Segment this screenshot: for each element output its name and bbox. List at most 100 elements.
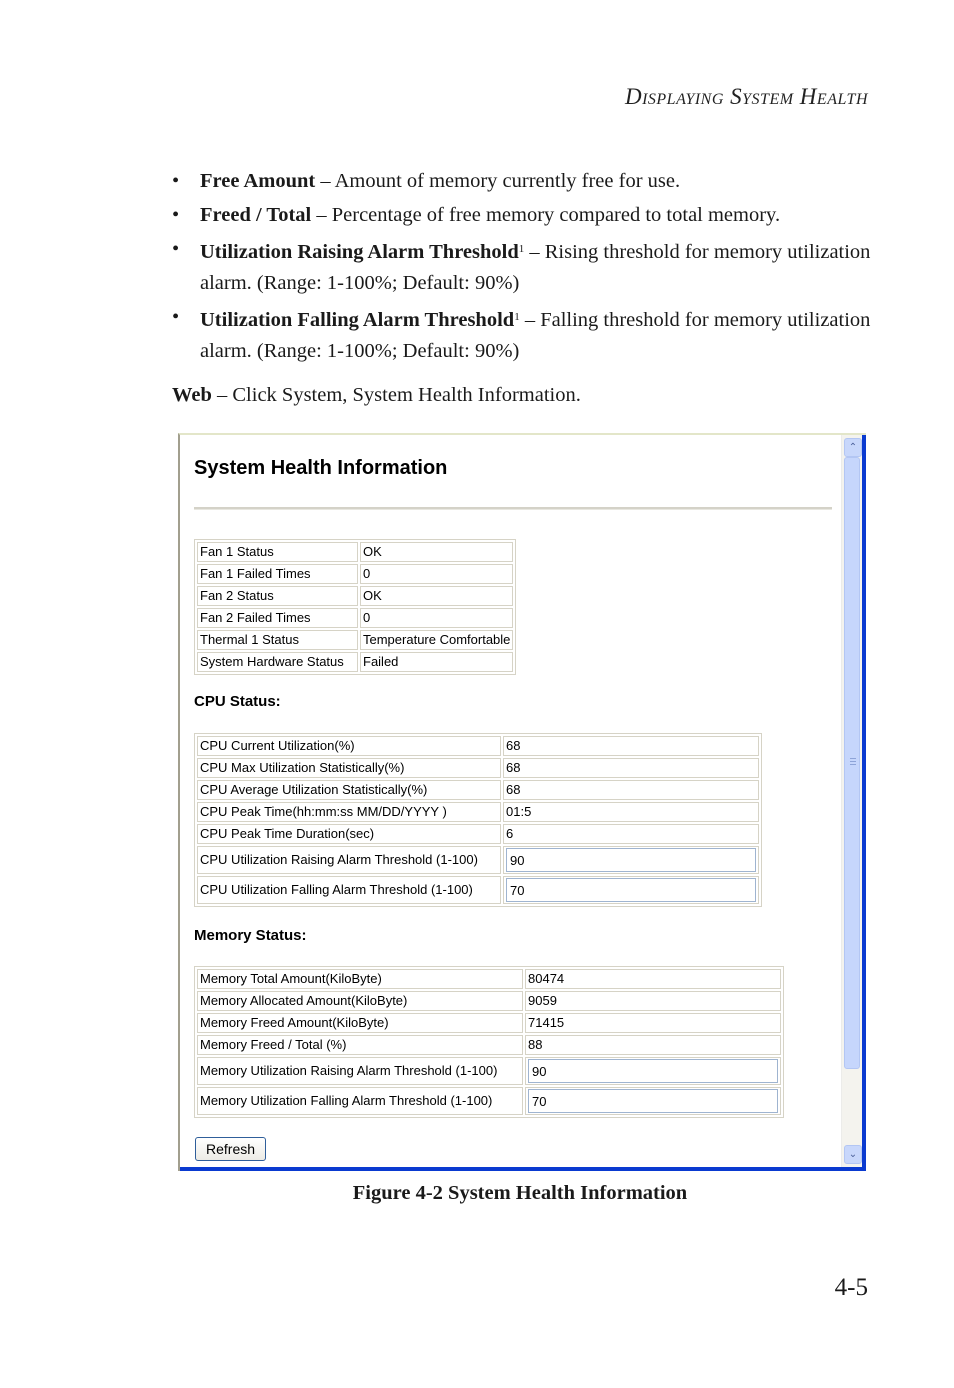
threshold-input[interactable]: [506, 878, 756, 902]
figure-caption: Figure 4-2 System Health Information: [352, 1182, 688, 1204]
row-value: 0: [360, 564, 514, 584]
web-instruction: Web – Click System, System Health Inform…: [172, 384, 581, 407]
cpu-table: CPU Current Utilization(%) 68 CPU Max Util…: [194, 733, 762, 907]
memory-section-title: Memory Status:: [194, 927, 307, 944]
row-input-cell: [525, 1087, 781, 1115]
row-label: CPU Utilization Falling Alarm Threshold …: [197, 876, 501, 904]
row-label: Memory Freed Amount(KiloByte): [197, 1013, 523, 1033]
web-label: Web: [172, 384, 212, 406]
row-label: CPU Peak Time(hh:mm:ss MM/DD/YYYY ): [197, 802, 501, 822]
row-label: Fan 1 Failed Times: [197, 564, 358, 584]
row-value: OK: [360, 586, 514, 606]
bullet-term: Free Amount: [200, 170, 316, 192]
threshold-input[interactable]: [528, 1059, 778, 1083]
vertical-scrollbar[interactable]: ⌃ ⌄: [841, 435, 862, 1167]
row-value: 68: [503, 736, 759, 756]
table-row: CPU Current Utilization(%) 68: [197, 736, 759, 756]
row-value: Temperature Comfortable: [360, 630, 514, 650]
row-label: CPU Current Utilization(%): [197, 736, 501, 756]
row-label: Memory Freed / Total (%): [197, 1035, 523, 1055]
scroll-down-button[interactable]: ⌄: [844, 1145, 862, 1164]
row-label: Thermal 1 Status: [197, 630, 358, 650]
row-label: Memory Utilization Falling Alarm Thresho…: [197, 1087, 523, 1115]
row-label: CPU Average Utilization Statistically(%): [197, 780, 501, 800]
window-border: [180, 1167, 866, 1171]
row-label: CPU Peak Time Duration(sec): [197, 824, 501, 844]
bullet-icon: •: [172, 306, 180, 328]
page-title: System Health Information: [194, 457, 448, 479]
row-label: Fan 2 Failed Times: [197, 608, 358, 628]
bullet-item: • Utilization Raising Alarm Threshold1 – …: [172, 234, 872, 299]
bullet-term: Utilization Falling Alarm Threshold: [200, 309, 515, 331]
row-label: Memory Allocated Amount(KiloByte): [197, 991, 523, 1011]
table-row: Memory Utilization Falling Alarm Thresho…: [197, 1087, 781, 1115]
table-row: Memory Allocated Amount(KiloByte) 9059: [197, 991, 781, 1011]
bullet-item: • Freed / Total – Percentage of free memo…: [172, 200, 872, 231]
table-row: Memory Freed Amount(KiloByte) 71415: [197, 1013, 781, 1033]
row-label: Memory Utilization Raising Alarm Thresho…: [197, 1057, 523, 1085]
row-input-cell: [503, 876, 759, 904]
bullet-desc: – Amount of memory currently free for us…: [315, 170, 681, 192]
row-value: 6: [503, 824, 759, 844]
bullet-item: • Utilization Falling Alarm Threshold1 – …: [172, 302, 872, 367]
screenshot-window: System Health Information Fan 1 Status OK…: [178, 433, 866, 1171]
row-label: Fan 2 Status: [197, 586, 358, 606]
bullet-term: Utilization Raising Alarm Threshold: [200, 241, 519, 263]
chevron-up-icon: ⌃: [848, 442, 858, 453]
table-row: CPU Utilization Falling Alarm Threshold …: [197, 876, 759, 904]
bullet-term: Freed / Total: [200, 204, 312, 226]
table-row: Memory Total Amount(KiloByte) 80474: [197, 969, 781, 989]
refresh-button[interactable]: Refresh: [195, 1137, 267, 1161]
table-row: Memory Freed / Total (%) 88: [197, 1035, 781, 1055]
bullet-icon: •: [172, 238, 180, 260]
row-input-cell: [503, 846, 759, 874]
table-row: CPU Peak Time(hh:mm:ss MM/DD/YYYY ) 01:5: [197, 802, 759, 822]
table-row: Fan 1 Failed Times 0: [197, 564, 514, 584]
row-input-cell: [525, 1057, 781, 1085]
row-value: 88: [525, 1035, 781, 1055]
row-value: 71415: [525, 1013, 781, 1033]
web-text: – Click System, System Health Informatio…: [211, 384, 581, 406]
bullet-icon: •: [172, 170, 180, 192]
threshold-input[interactable]: [506, 848, 756, 872]
row-value: Failed: [360, 652, 514, 672]
running-header: Displaying System Health: [624, 84, 868, 109]
row-value: OK: [360, 542, 514, 562]
window-border: [862, 435, 866, 1171]
table-row: Memory Utilization Raising Alarm Thresho…: [197, 1057, 781, 1085]
row-label: System Hardware Status: [197, 652, 358, 672]
row-value: 80474: [525, 969, 781, 989]
table-row: CPU Utilization Raising Alarm Threshold …: [197, 846, 759, 874]
page-number: 4-5: [834, 1274, 868, 1301]
cpu-section-title: CPU Status:: [194, 693, 281, 710]
table-row: Fan 1 Status OK: [197, 542, 514, 562]
table-row: Fan 2 Status OK: [197, 586, 514, 606]
row-value: 68: [503, 780, 759, 800]
row-label: Fan 1 Status: [197, 542, 358, 562]
table-row: CPU Max Utilization Statistically(%) 68: [197, 758, 759, 778]
chevron-down-icon: ⌄: [848, 1149, 858, 1160]
divider: [194, 507, 832, 510]
bullet-list: • Free Amount – Amount of memory currentl…: [172, 166, 872, 370]
table-row: CPU Peak Time Duration(sec) 6: [197, 824, 759, 844]
scroll-thumb[interactable]: [844, 457, 860, 1069]
table-row: Thermal 1 Status Temperature Comfortable: [197, 630, 514, 650]
grip-icon: [850, 758, 856, 766]
scroll-up-button[interactable]: ⌃: [844, 438, 862, 457]
table-row: CPU Average Utilization Statistically(%)…: [197, 780, 759, 800]
row-value: 9059: [525, 991, 781, 1011]
bullet-desc: – Percentage of free memory compared to …: [311, 204, 781, 226]
row-label: CPU Max Utilization Statistically(%): [197, 758, 501, 778]
row-value: 01:5: [503, 802, 759, 822]
memory-table: Memory Total Amount(KiloByte) 80474 Memory…: [194, 966, 784, 1118]
row-value: 0: [360, 608, 514, 628]
threshold-input[interactable]: [528, 1089, 778, 1113]
table-row: Fan 2 Failed Times 0: [197, 608, 514, 628]
bullet-icon: •: [172, 204, 180, 226]
bullet-item: • Free Amount – Amount of memory currentl…: [172, 166, 872, 197]
row-label: Memory Total Amount(KiloByte): [197, 969, 523, 989]
row-label: CPU Utilization Raising Alarm Threshold …: [197, 846, 501, 874]
hardware-table: Fan 1 Status OK Fan 1 Failed Times 0 Fan 2 S…: [194, 539, 517, 675]
row-value: 68: [503, 758, 759, 778]
table-row: System Hardware Status Failed: [197, 652, 514, 672]
